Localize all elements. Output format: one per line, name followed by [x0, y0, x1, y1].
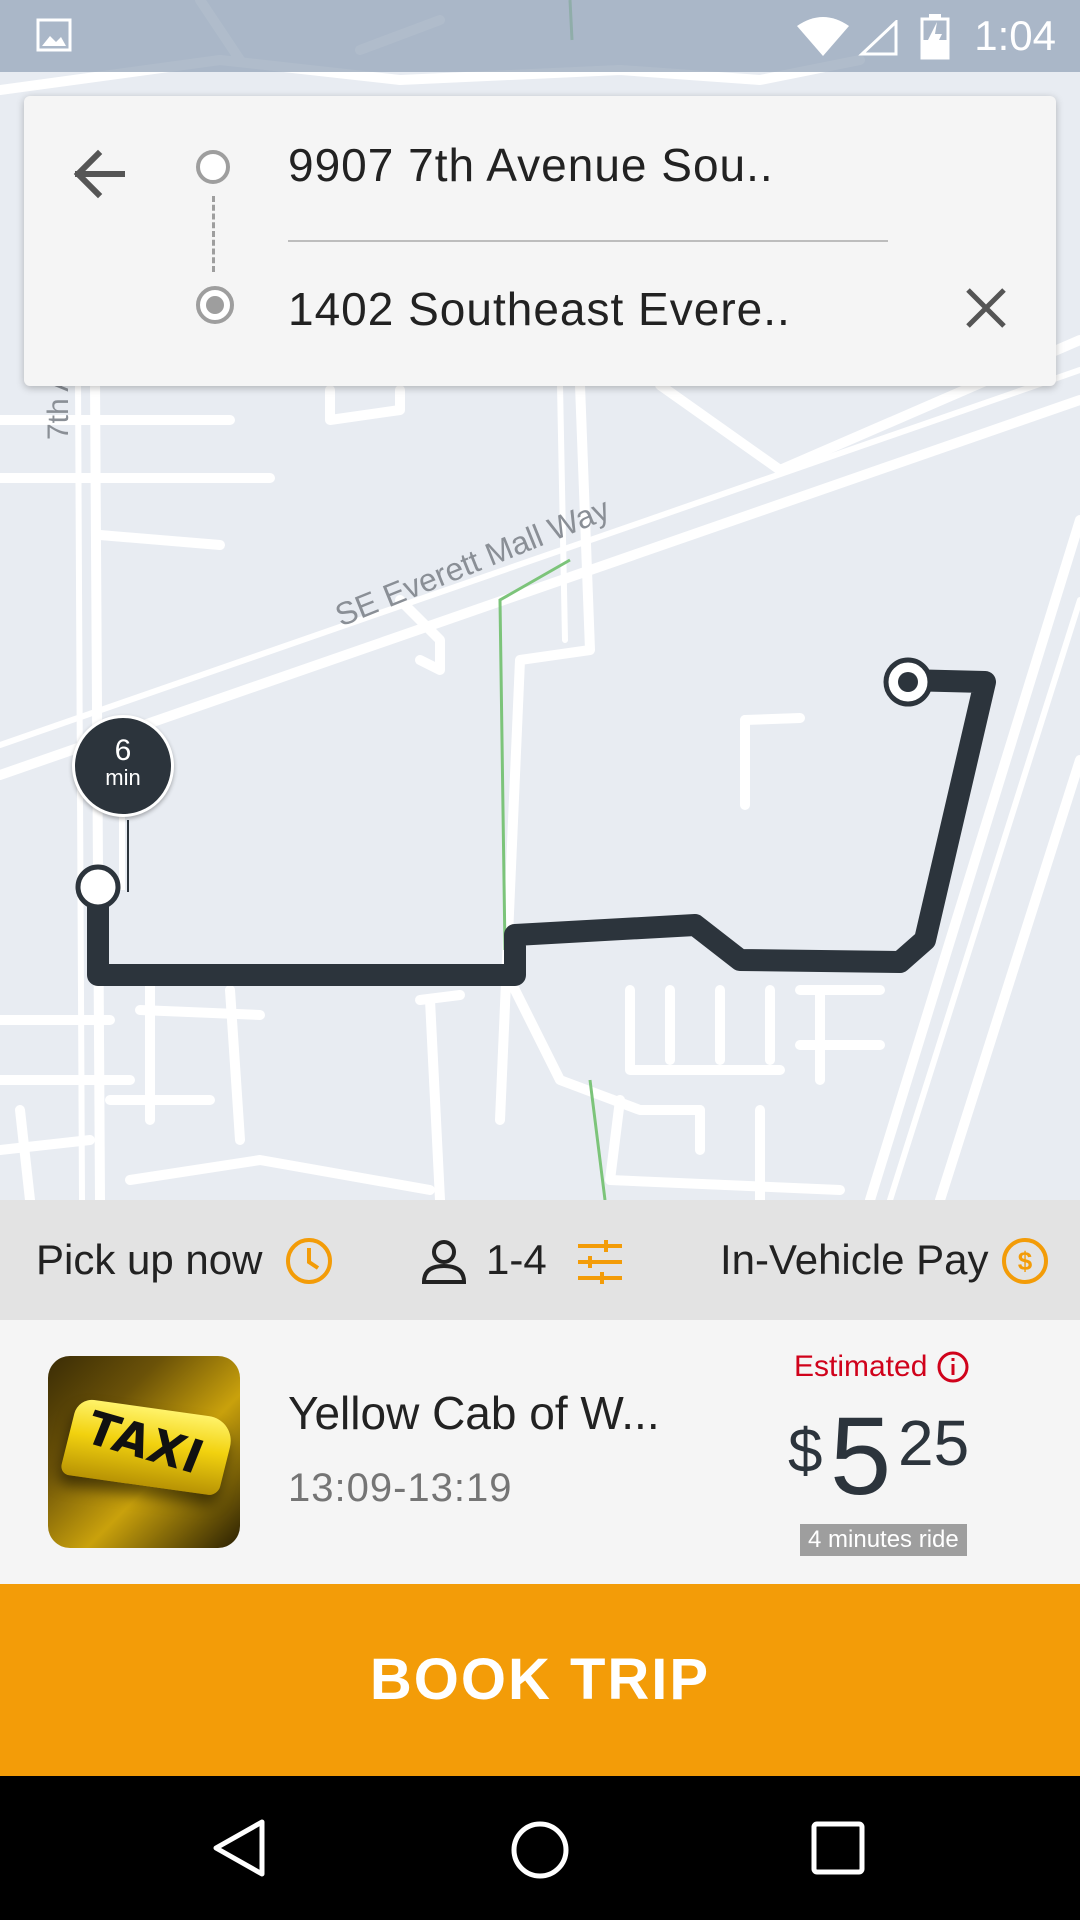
trip-options-bar: Pick up now 1-4 In-Vehicle Pay $: [0, 1200, 1080, 1320]
system-nav-bar: [0, 1776, 1080, 1920]
eta-value: 6: [114, 734, 132, 767]
taxi-logo-text: TAXI: [77, 1400, 213, 1485]
home-circle-icon[interactable]: [506, 1816, 574, 1884]
status-clock: 1:04: [974, 12, 1056, 59]
book-trip-button[interactable]: BOOK TRIP: [0, 1584, 1080, 1776]
price-currency: $: [788, 1417, 823, 1486]
taxi-sign: TAXI: [59, 1397, 237, 1497]
origin-marker-icon: [196, 150, 230, 184]
signal-icon: [858, 20, 898, 56]
route-search-card: 9907 7th Avenue Sou.. 1402 Southeast Eve…: [24, 96, 1056, 386]
estimated-label: Estimated: [794, 1350, 928, 1383]
destination-address-field[interactable]: 1402 Southeast Evere..: [288, 282, 791, 336]
destination-marker-icon: [196, 286, 234, 324]
route-connector: [212, 196, 215, 272]
provider-row[interactable]: TAXI Yellow Cab of W... 13:09-13:19 Esti…: [0, 1320, 1080, 1584]
ride-duration-badge: 4 minutes ride: [800, 1524, 967, 1556]
taxi-logo: TAXI: [48, 1356, 240, 1548]
provider-name: Yellow Cab of W...: [288, 1387, 660, 1439]
eta-unit: min: [105, 765, 141, 790]
filter-icon[interactable]: [576, 1238, 624, 1286]
info-icon[interactable]: [936, 1350, 970, 1384]
clock-icon[interactable]: [284, 1236, 334, 1286]
close-icon[interactable]: [954, 276, 1018, 340]
dollar-icon[interactable]: $: [1000, 1236, 1050, 1286]
payment-method-label[interactable]: In-Vehicle Pay: [720, 1236, 989, 1284]
recents-square-icon[interactable]: [810, 1820, 866, 1876]
origin-address-field[interactable]: 9907 7th Avenue Sou..: [288, 138, 774, 192]
pickup-time-label[interactable]: Pick up now: [36, 1236, 262, 1284]
svg-text:$: $: [1018, 1246, 1033, 1276]
field-divider: [288, 240, 888, 242]
back-triangle-icon[interactable]: [208, 1816, 272, 1880]
price-major: 5: [830, 1395, 892, 1518]
arrow-left-icon[interactable]: [64, 138, 136, 210]
battery-charging-icon: [920, 14, 950, 60]
wifi-icon: [797, 17, 849, 56]
person-icon: [421, 1240, 467, 1284]
eta-bubble: 6 min: [72, 715, 174, 817]
gallery-icon: [36, 18, 72, 52]
route-line: [87, 669, 996, 986]
passenger-count[interactable]: 1-4: [486, 1236, 547, 1284]
status-bar: 1:04: [0, 0, 1080, 72]
arrival-time-window: 13:09-13:19: [288, 1466, 513, 1510]
price-minor: 25: [898, 1407, 970, 1479]
